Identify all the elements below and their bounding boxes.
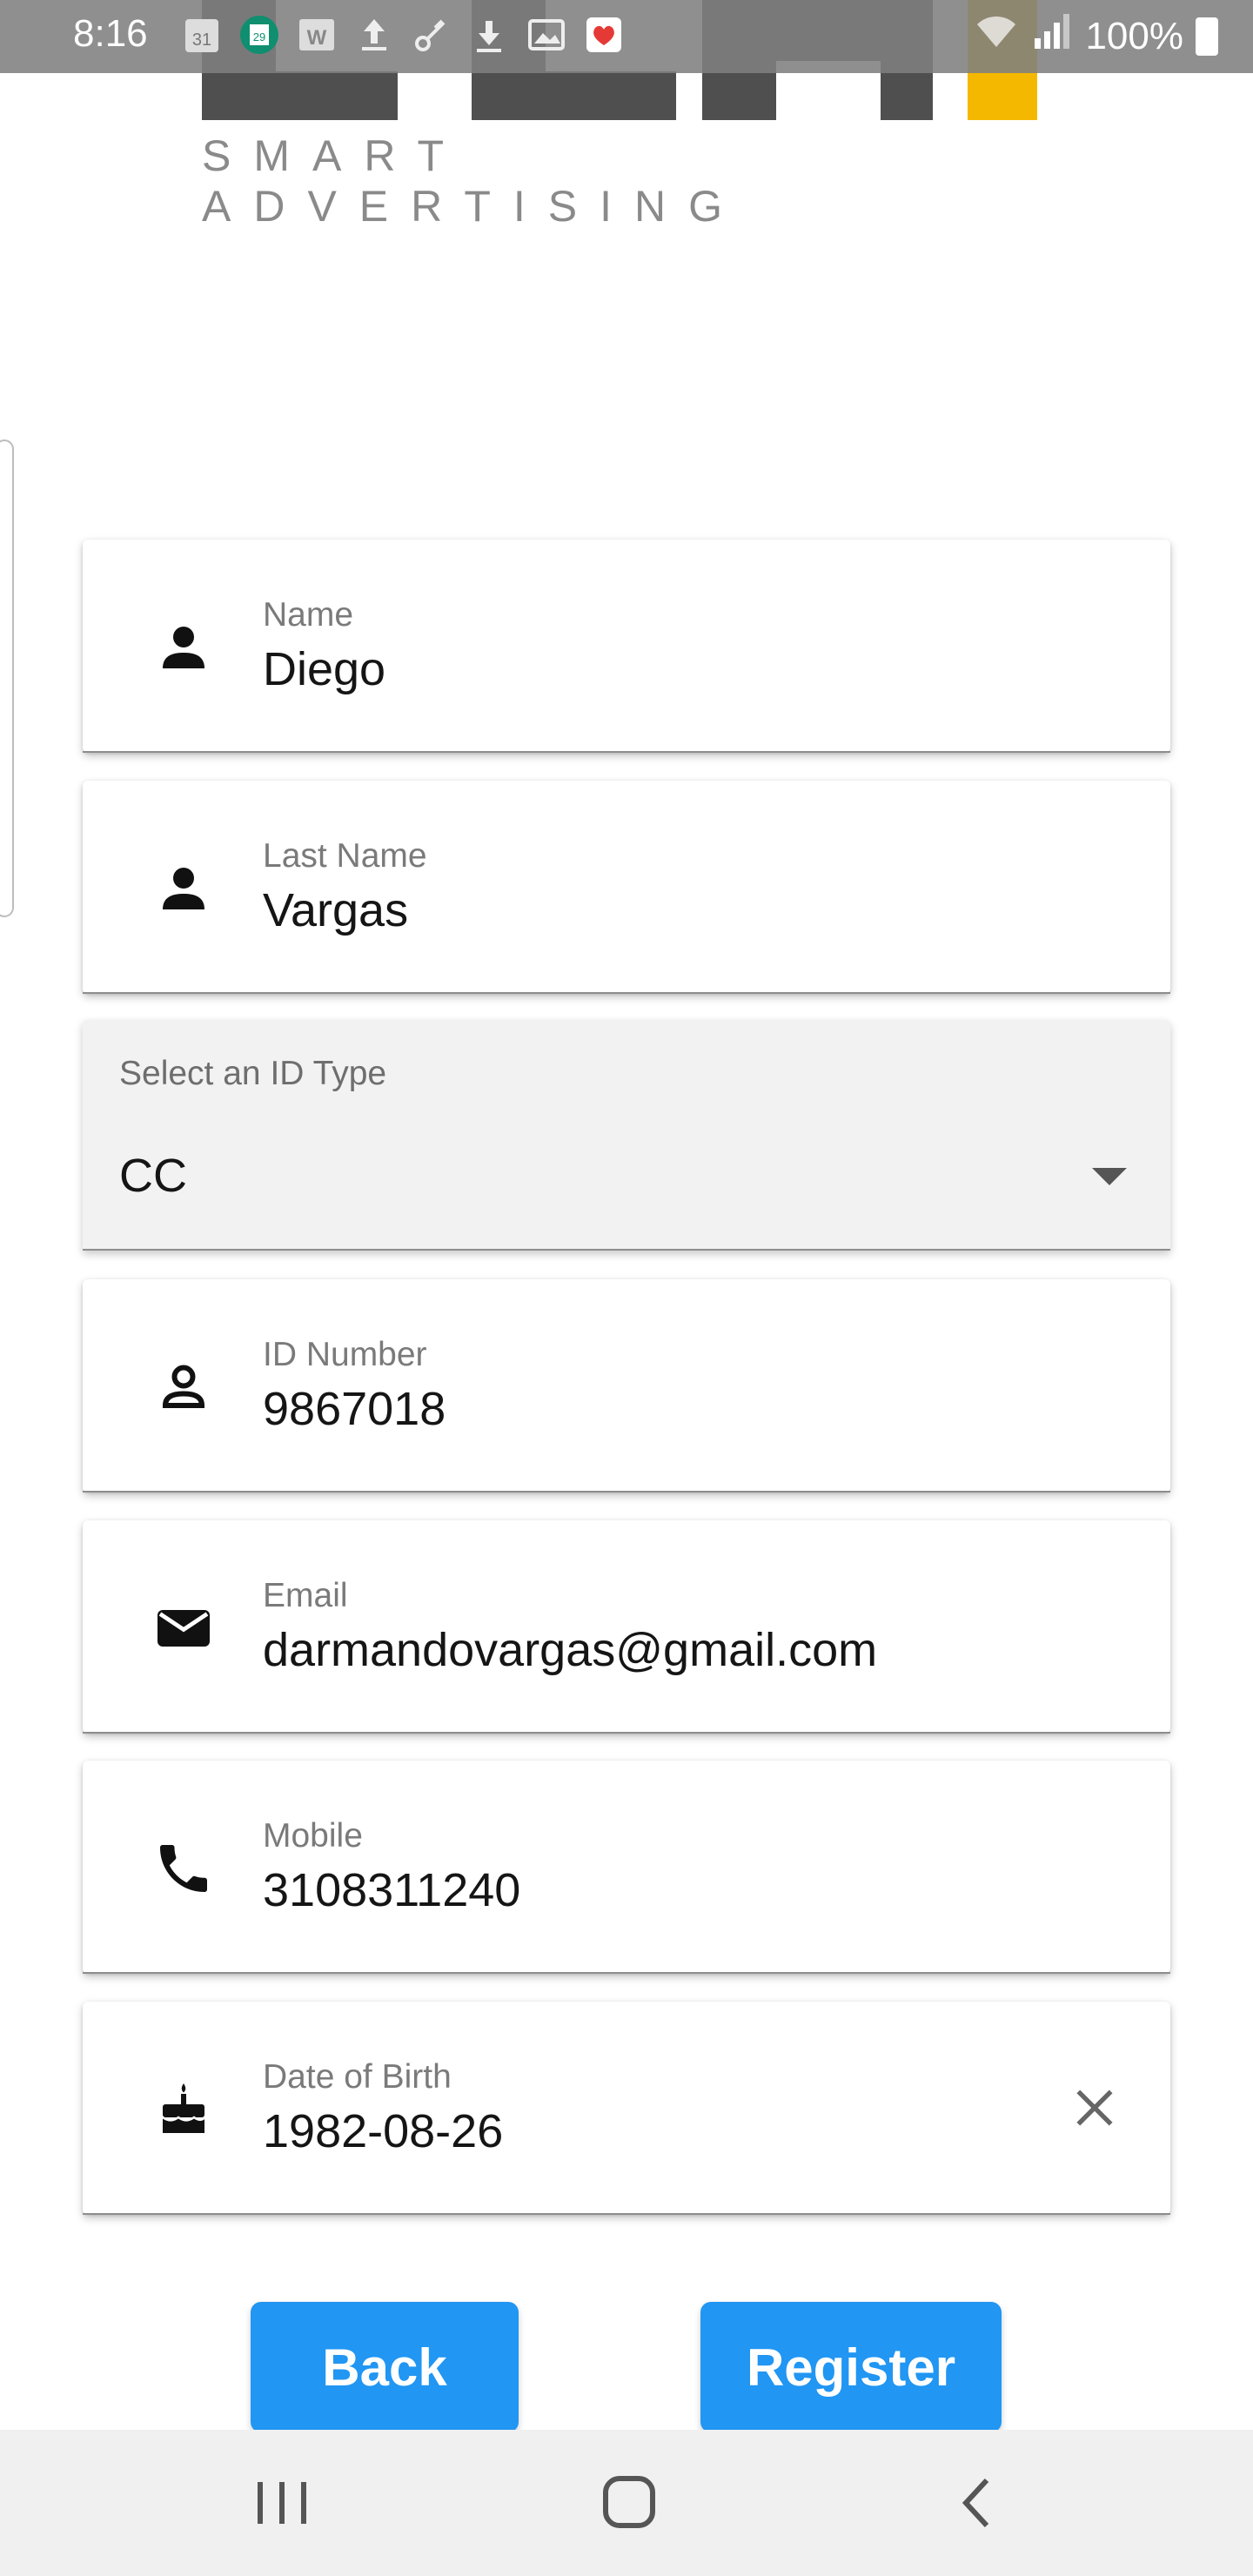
dob-label: Date of Birth bbox=[263, 2058, 452, 2096]
name-field[interactable]: Name Diego bbox=[83, 540, 1170, 753]
wifi-icon bbox=[974, 12, 1019, 60]
cake-icon bbox=[152, 2078, 215, 2141]
notification-icons: 31 29 W bbox=[183, 14, 623, 56]
name-label: Name bbox=[263, 596, 354, 634]
dob-input[interactable]: 1982-08-26 bbox=[263, 2104, 503, 2158]
id-number-field[interactable]: ID Number 9867018 bbox=[83, 1279, 1170, 1493]
status-right: 100% bbox=[974, 12, 1218, 60]
svg-text:29: 29 bbox=[253, 30, 265, 44]
last-name-field[interactable]: Last Name Vargas bbox=[83, 781, 1170, 994]
email-input[interactable]: darmandovargas@gmail.com bbox=[263, 1623, 877, 1677]
status-bar: 8:16 31 29 W 100% bbox=[0, 0, 1253, 73]
battery-percent: 100% bbox=[1085, 14, 1183, 57]
svg-text:W: W bbox=[307, 26, 327, 50]
id-type-select[interactable]: Select an ID Type CC bbox=[83, 1020, 1170, 1251]
word-icon: W bbox=[298, 14, 336, 56]
status-time: 8:16 bbox=[73, 12, 148, 55]
phone-icon bbox=[152, 1837, 215, 1900]
email-field[interactable]: Email darmandovargas@gmail.com bbox=[83, 1520, 1170, 1734]
id-type-value[interactable]: CC bbox=[119, 1149, 187, 1203]
battery-icon bbox=[1196, 17, 1218, 56]
person-outline-icon bbox=[152, 1356, 215, 1419]
recent-apps-icon[interactable] bbox=[252, 2475, 313, 2531]
mail-icon bbox=[152, 1597, 215, 1660]
email-label: Email bbox=[263, 1577, 348, 1614]
register-button[interactable]: Register bbox=[700, 2302, 1002, 2432]
last-name-input[interactable]: Vargas bbox=[263, 883, 408, 937]
person-icon bbox=[152, 857, 215, 920]
back-nav-icon[interactable] bbox=[948, 2475, 1009, 2531]
download-icon bbox=[470, 14, 508, 56]
last-name-label: Last Name bbox=[263, 837, 427, 875]
home-icon[interactable] bbox=[599, 2475, 660, 2531]
upload-icon bbox=[355, 14, 393, 56]
id-number-label: ID Number bbox=[263, 1336, 427, 1373]
signal-icon bbox=[1031, 12, 1073, 60]
logo-tagline: SMART ADVERTISING bbox=[202, 131, 746, 231]
calendar-29-icon: 29 bbox=[240, 14, 278, 56]
clear-icon[interactable] bbox=[1067, 2080, 1122, 2136]
person-icon bbox=[152, 616, 215, 679]
svg-text:31: 31 bbox=[192, 30, 211, 50]
id-type-label: Select an ID Type bbox=[119, 1055, 387, 1092]
calendar-31-icon: 31 bbox=[183, 14, 221, 56]
mobile-input[interactable]: 3108311240 bbox=[263, 1863, 520, 1917]
side-panel-handle[interactable] bbox=[0, 439, 14, 917]
network-icon bbox=[412, 14, 451, 56]
image-icon bbox=[527, 14, 566, 56]
id-number-input[interactable]: 9867018 bbox=[263, 1382, 446, 1436]
mobile-label: Mobile bbox=[263, 1817, 363, 1855]
mobile-field[interactable]: Mobile 3108311240 bbox=[83, 1761, 1170, 1974]
system-nav-bar bbox=[0, 2430, 1253, 2576]
dob-field[interactable]: Date of Birth 1982-08-26 bbox=[83, 2002, 1170, 2215]
health-icon bbox=[585, 14, 623, 56]
dropdown-arrow-icon[interactable] bbox=[1092, 1168, 1127, 1185]
name-input[interactable]: Diego bbox=[263, 642, 385, 696]
back-button[interactable]: Back bbox=[251, 2302, 519, 2432]
